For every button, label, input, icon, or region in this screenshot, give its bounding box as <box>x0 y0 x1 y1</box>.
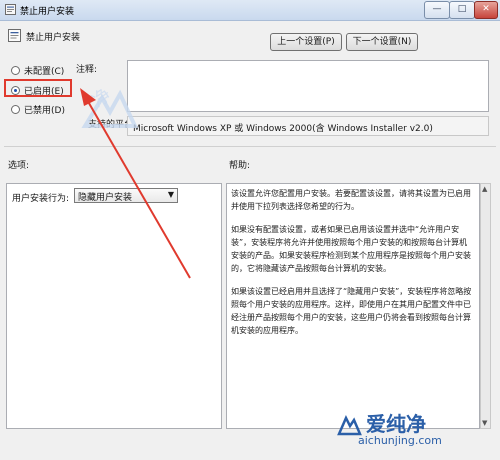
brand-url: aichunjing.com <box>358 434 442 447</box>
window-title: 禁止用户安装 <box>20 7 75 17</box>
comment-textarea[interactable] <box>127 60 489 112</box>
help-text-pane[interactable]: 该设置允许您配置用户安装。若要配置该设置，请将其设置为已启用并使用下拉列表选择您… <box>226 183 480 429</box>
radio-circle[interactable] <box>11 105 20 114</box>
help-paragraph: 该设置允许您配置用户安装。若要配置该设置，请将其设置为已启用并使用下拉列表选择您… <box>231 189 471 211</box>
policy-icon <box>5 4 16 15</box>
radio-label: 未配置(C) <box>24 67 65 77</box>
radio-not-configured[interactable]: 未配置(C) <box>11 64 64 77</box>
close-button[interactable]: ✕ <box>474 1 498 19</box>
title-bar[interactable]: 禁止用户安装 — □ ✕ <box>0 0 500 21</box>
maximize-button[interactable]: □ <box>449 1 475 19</box>
radio-disabled[interactable]: 已禁用(D) <box>11 103 65 116</box>
scroll-up-icon[interactable]: ▲ <box>482 185 487 193</box>
options-heading: 选项: <box>8 161 30 171</box>
install-behavior-dropdown[interactable]: 隐藏用户安装 ▼ <box>74 188 178 203</box>
comment-label: 注释: <box>76 65 98 75</box>
radio-circle[interactable] <box>11 66 20 75</box>
dropdown-arrow-icon[interactable]: ▼ <box>168 190 174 199</box>
minimize-button[interactable]: — <box>424 1 450 19</box>
section-divider <box>4 146 496 147</box>
install-behavior-label: 用户安装行为: <box>12 194 70 204</box>
scroll-down-icon[interactable]: ▼ <box>482 419 487 427</box>
enabled-highlight-box <box>4 79 72 97</box>
brand-name: 爱纯净 <box>366 412 426 436</box>
previous-setting-button[interactable]: 上一个设置(P) <box>270 33 342 51</box>
help-heading: 帮助: <box>229 161 251 171</box>
help-paragraph: 如果该设置已经启用并且选择了“隐藏用户安装”，安装程序将忽略按照每个用户安装的应… <box>231 287 472 335</box>
next-setting-button[interactable]: 下一个设置(N) <box>346 33 418 51</box>
policy-name: 禁止用户安装 <box>26 33 81 43</box>
setting-icon <box>8 29 21 42</box>
dropdown-value: 隐藏用户安装 <box>78 193 133 203</box>
radio-label: 已禁用(D) <box>24 106 65 116</box>
options-pane: 用户安装行为: 隐藏用户安装 ▼ <box>6 183 222 429</box>
supported-platform-value: Microsoft Windows XP 或 Windows 2000(含 Wi… <box>127 116 489 136</box>
help-scrollbar[interactable]: ▲ ▼ <box>480 183 491 429</box>
policy-dialog: 禁止用户安装 — □ ✕ 禁止用户安装 上一个设置(P) 下一个设置(N) 未配… <box>0 0 500 460</box>
help-paragraph: 如果没有配置该设置，或者如果已启用该设置并选中“允许用户安装”，安装程序将允许并… <box>231 225 471 273</box>
